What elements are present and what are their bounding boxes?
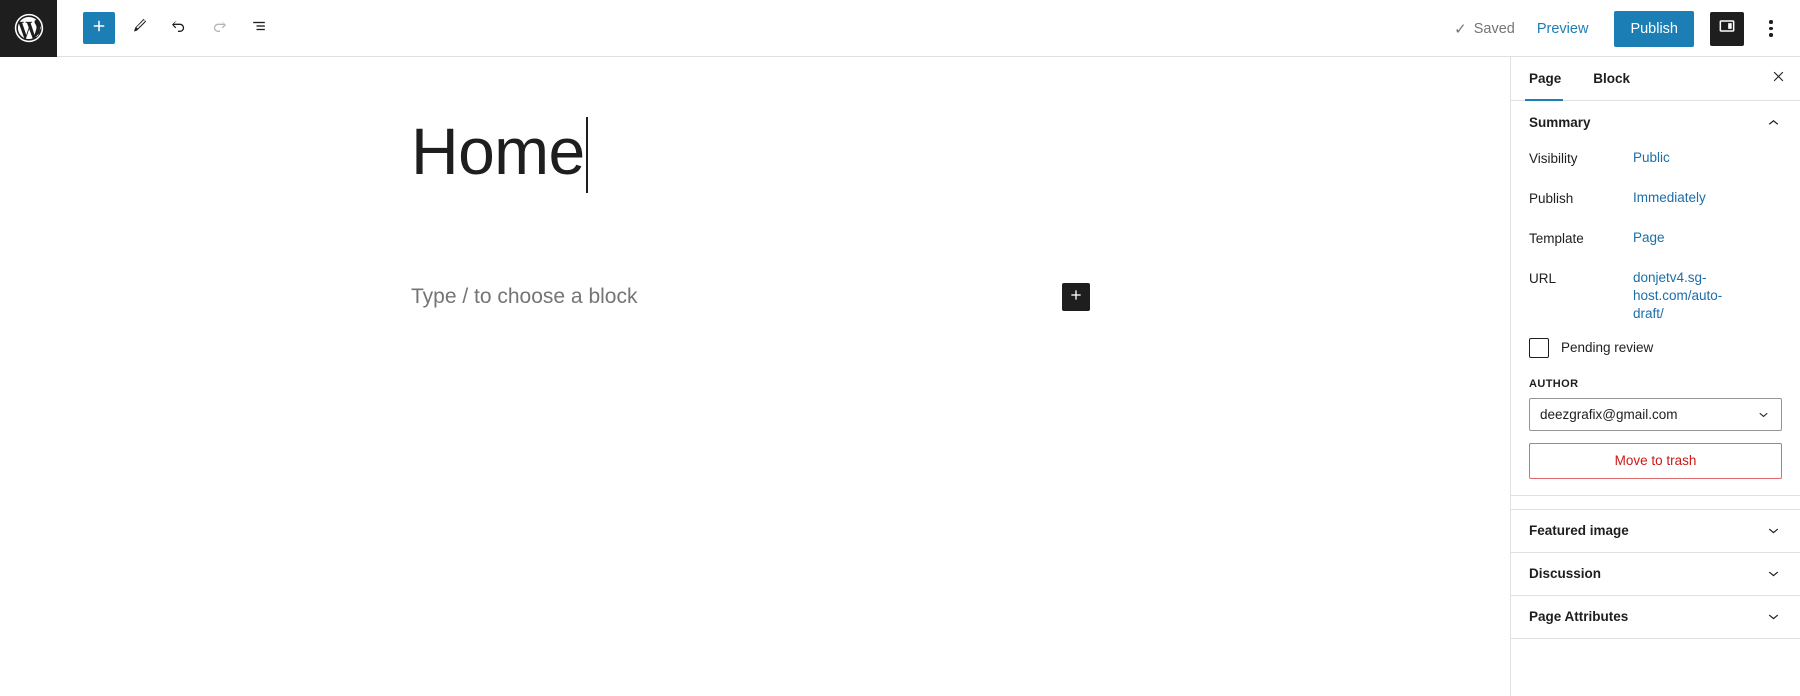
settings-sidebar-toggle-button[interactable] [1710, 11, 1744, 46]
block-placeholder-text[interactable]: Type / to choose a block [411, 285, 637, 309]
toolbar-tools [83, 12, 275, 44]
tab-block[interactable]: Block [1577, 57, 1646, 100]
summary-panel-header[interactable]: Summary [1511, 101, 1800, 143]
text-caret [585, 117, 588, 193]
discussion-panel-title: Discussion [1529, 566, 1602, 582]
featured-image-panel-header[interactable]: Featured image [1511, 510, 1800, 552]
toolbar-actions: ✓ Saved Preview Publish [1454, 0, 1800, 57]
template-value-button[interactable]: Page [1633, 229, 1665, 247]
saved-status: ✓ Saved [1454, 20, 1515, 38]
preview-button[interactable]: Preview [1537, 21, 1589, 37]
list-view-icon [249, 16, 269, 41]
summary-panel: Summary Visibility Public Publish Immedi… [1511, 101, 1800, 496]
edit-tools-button[interactable] [123, 12, 155, 44]
three-dots-vertical-icon [1769, 18, 1773, 38]
chevron-down-icon [1765, 608, 1782, 625]
summary-row-url: URL donjetv4.sg-host.com/auto-draft/ [1529, 265, 1782, 324]
summary-panel-title: Summary [1529, 114, 1591, 130]
summary-row-visibility: Visibility Public [1529, 145, 1782, 185]
publish-date-label: Publish [1529, 191, 1574, 206]
publish-date-value-button[interactable]: Immediately [1633, 189, 1706, 207]
featured-image-panel-title: Featured image [1529, 523, 1629, 539]
url-value-button[interactable]: donjetv4.sg-host.com/auto-draft/ [1633, 269, 1753, 324]
sidebar-tabs: Page Block [1511, 57, 1800, 101]
close-sidebar-button[interactable] [1756, 57, 1800, 100]
sidebar-panel-icon [1717, 16, 1737, 41]
summary-row-template: Template Page [1529, 225, 1782, 265]
page-title-field[interactable]: Home [411, 114, 588, 193]
close-icon [1771, 68, 1786, 89]
author-field-label: AUTHOR [1529, 377, 1579, 390]
undo-button[interactable] [163, 12, 195, 44]
plus-icon [1068, 287, 1084, 308]
wordpress-block-editor: ✓ Saved Preview Publish Home Type / to c… [0, 0, 1800, 696]
pending-review-label: Pending review [1561, 340, 1654, 356]
tab-block-label: Block [1593, 71, 1631, 86]
page-title-text: Home [411, 114, 585, 188]
inline-add-block-button[interactable] [1062, 283, 1090, 311]
more-options-button[interactable] [1756, 12, 1786, 46]
panel-divider [1511, 496, 1800, 510]
chevron-down-icon [1765, 522, 1782, 539]
list-view-button[interactable] [243, 12, 275, 44]
template-label: Template [1529, 231, 1584, 246]
url-label: URL [1529, 271, 1557, 286]
redo-arrow-icon [209, 16, 229, 41]
visibility-value-button[interactable]: Public [1633, 149, 1670, 167]
editor-canvas[interactable]: Home Type / to choose a block [0, 57, 1510, 696]
pending-review-checkbox[interactable] [1529, 337, 1549, 358]
plus-icon [90, 17, 108, 40]
author-select[interactable]: deezgrafix@gmail.com [1529, 397, 1782, 431]
tab-page-label: Page [1529, 71, 1562, 86]
author-selected-value: deezgrafix@gmail.com [1540, 406, 1678, 422]
move-to-trash-button[interactable]: Move to trash [1529, 442, 1782, 479]
discussion-panel-header[interactable]: Discussion [1511, 553, 1800, 595]
saved-label: Saved [1473, 20, 1515, 37]
settings-sidebar: Page Block Summary Visibility Public Pub… [1510, 57, 1800, 696]
discussion-panel: Discussion [1511, 553, 1800, 596]
check-icon: ✓ [1454, 20, 1467, 38]
add-block-toggle-button[interactable] [83, 12, 115, 44]
summary-panel-body: Visibility Public Publish Immediately Te… [1511, 143, 1800, 495]
redo-button[interactable] [203, 12, 235, 44]
wordpress-logo-icon [12, 11, 46, 45]
pending-review-row: Pending review [1529, 337, 1782, 358]
editor-toolbar: ✓ Saved Preview Publish [0, 0, 1800, 57]
page-attributes-panel-header[interactable]: Page Attributes [1511, 596, 1800, 638]
summary-row-publish: Publish Immediately [1529, 185, 1782, 225]
featured-image-panel: Featured image [1511, 510, 1800, 553]
tab-page[interactable]: Page [1511, 57, 1577, 101]
chevron-down-icon [1756, 407, 1771, 422]
pencil-icon [130, 16, 149, 40]
chevron-down-icon [1765, 565, 1782, 582]
page-attributes-panel: Page Attributes [1511, 596, 1800, 639]
wordpress-logo-button[interactable] [0, 0, 57, 57]
chevron-up-icon [1765, 114, 1782, 131]
page-attributes-panel-title: Page Attributes [1529, 609, 1629, 625]
publish-button[interactable]: Publish [1614, 10, 1694, 47]
visibility-label: Visibility [1529, 151, 1578, 166]
undo-arrow-icon [169, 16, 189, 41]
